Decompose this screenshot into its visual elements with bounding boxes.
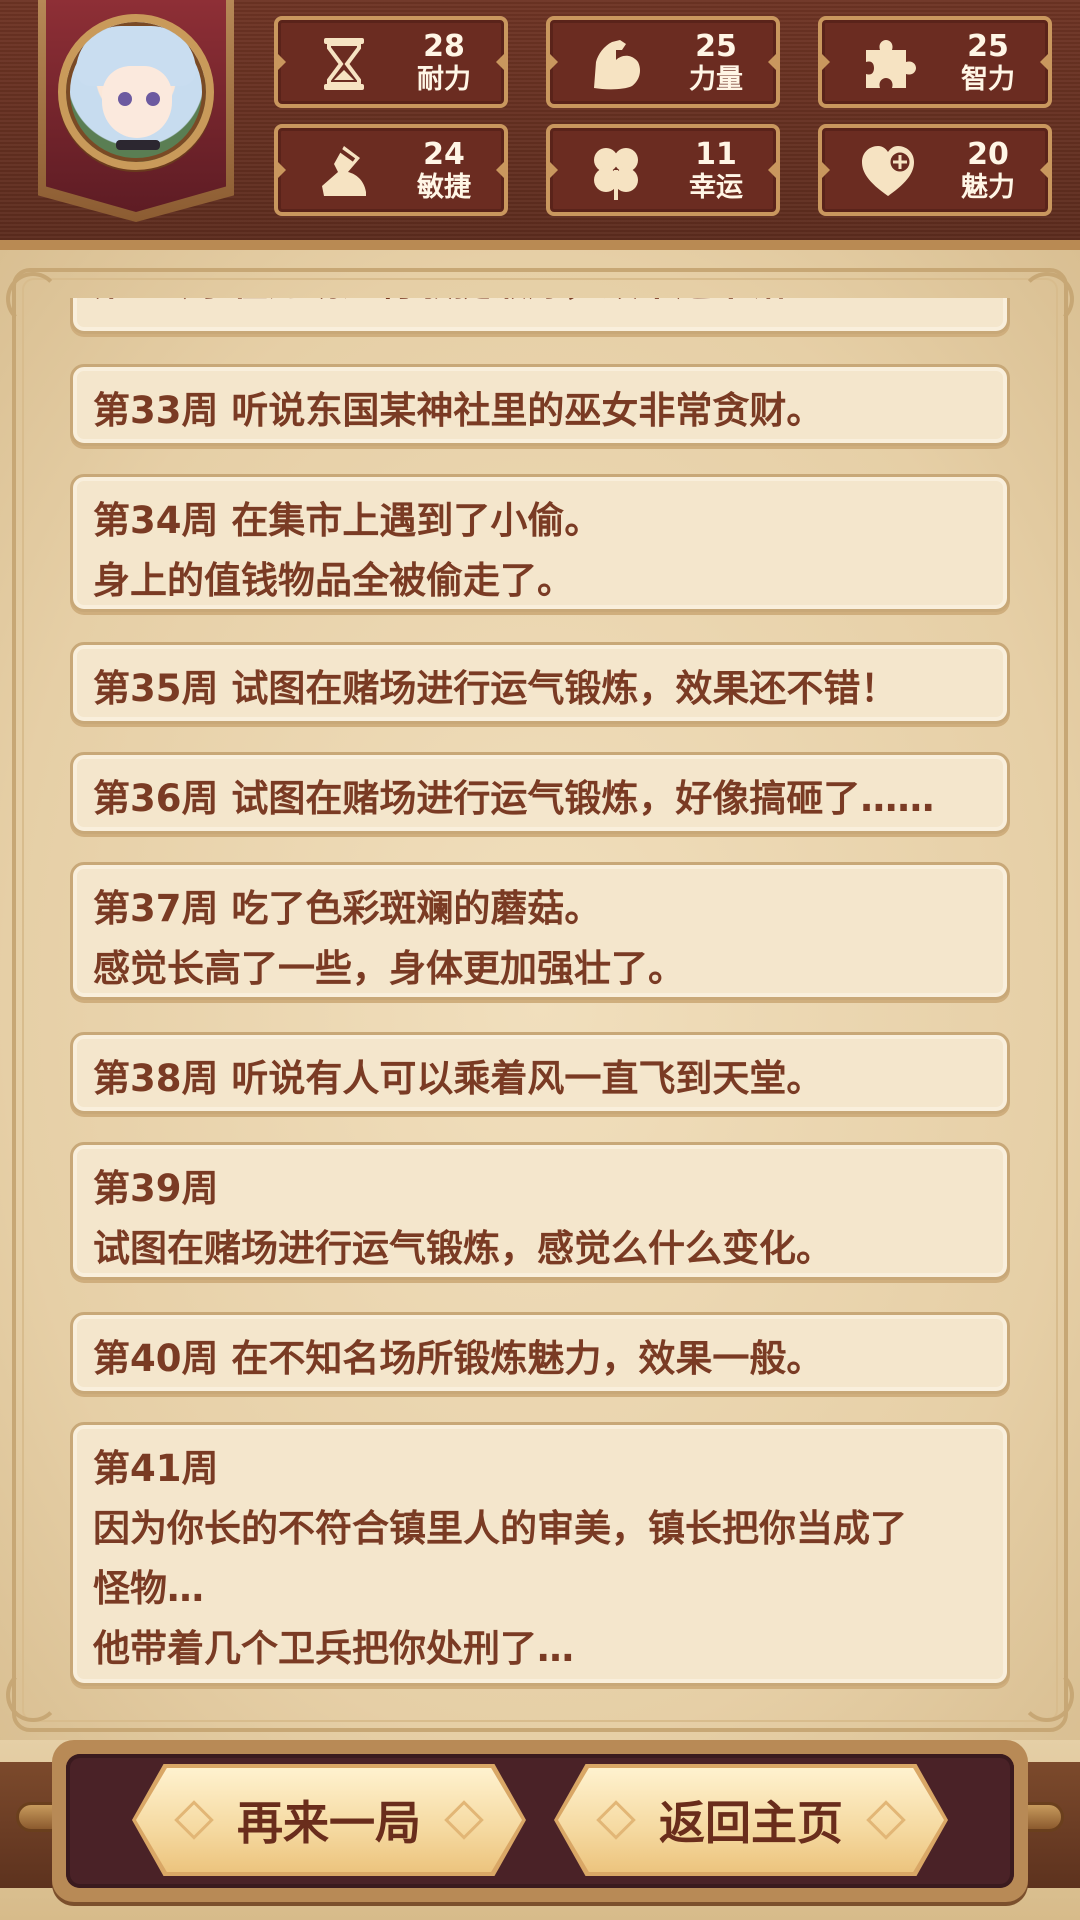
restart-button-label: 再来一局	[237, 1796, 421, 1850]
log-entry: 第32周 在道场进行敏捷锻炼，效果还不错！	[70, 298, 1010, 334]
log-entry: 第41周 因为你长的不符合镇里人的审美，镇长把你当成了 怪物… 他带着几个卫兵把…	[70, 1422, 1010, 1686]
stat-label: 幸运	[689, 172, 743, 203]
muscle-arm-icon	[594, 40, 640, 90]
stat-strength: 25 力量	[546, 16, 780, 108]
event-log-list[interactable]: 第32周 在道场进行敏捷锻炼，效果还不错！ 第33周 听说东国某神社里的巫女非常…	[0, 298, 1080, 1710]
stat-agility: 24 敏捷	[274, 124, 508, 216]
stat-label: 力量	[689, 64, 743, 95]
stat-charm: 20 魅力	[818, 124, 1052, 216]
log-entry: 第34周 在集市上遇到了小偷。 身上的值钱物品全被偷走了。	[70, 474, 1010, 612]
log-entry: 第37周 吃了色彩斑斓的蘑菇。 感觉长高了一些，身体更加强壮了。	[70, 862, 1010, 1000]
action-bar: 再来一局 返回主页	[0, 1740, 1080, 1920]
stat-intelligence: 25 智力	[818, 16, 1052, 108]
home-button[interactable]: 返回主页	[558, 1768, 944, 1872]
clover-icon	[594, 148, 638, 200]
stat-label: 敏捷	[417, 172, 471, 203]
log-entry: 第35周 试图在赌场进行运气锻炼，效果还不错！	[70, 642, 1010, 724]
stat-value: 28	[423, 29, 465, 64]
stat-label: 魅力	[961, 172, 1015, 203]
stat-value: 25	[967, 29, 1009, 64]
stat-label: 智力	[961, 64, 1015, 95]
event-log-panel: 第32周 在道场进行敏捷锻炼，效果还不错！ 第33周 听说东国某神社里的巫女非常…	[0, 250, 1080, 1750]
puzzle-piece-icon	[866, 40, 916, 88]
hourglass-icon	[324, 38, 364, 90]
avatar[interactable]	[58, 14, 214, 170]
log-entry: 第33周 听说东国某神社里的巫女非常贪财。	[70, 364, 1010, 446]
stat-luck: 11 幸运	[546, 124, 780, 216]
heart-plus-icon	[862, 146, 914, 196]
stat-value: 20	[967, 137, 1009, 172]
stat-value: 24	[423, 137, 465, 172]
log-entry: 第39周 试图在赌场进行运气锻炼，感觉么什么变化。	[70, 1142, 1010, 1280]
stat-value: 25	[695, 29, 737, 64]
stat-endurance: 28 耐力	[274, 16, 508, 108]
status-header: 28 耐力 25 力量 25 智力 24 敏捷 11 幸运 20 魅力	[0, 0, 1080, 250]
stat-label: 耐力	[417, 64, 471, 95]
restart-button[interactable]: 再来一局	[136, 1768, 522, 1872]
log-entry: 第38周 听说有人可以乘着风一直飞到天堂。	[70, 1032, 1010, 1114]
log-entry: 第40周 在不知名场所锻炼魅力，效果一般。	[70, 1312, 1010, 1394]
log-entry: 第36周 试图在赌场进行运气锻炼，好像搞砸了……	[70, 752, 1010, 834]
home-button-label: 返回主页	[659, 1796, 843, 1850]
stat-value: 11	[695, 137, 737, 172]
boot-icon	[322, 146, 366, 196]
